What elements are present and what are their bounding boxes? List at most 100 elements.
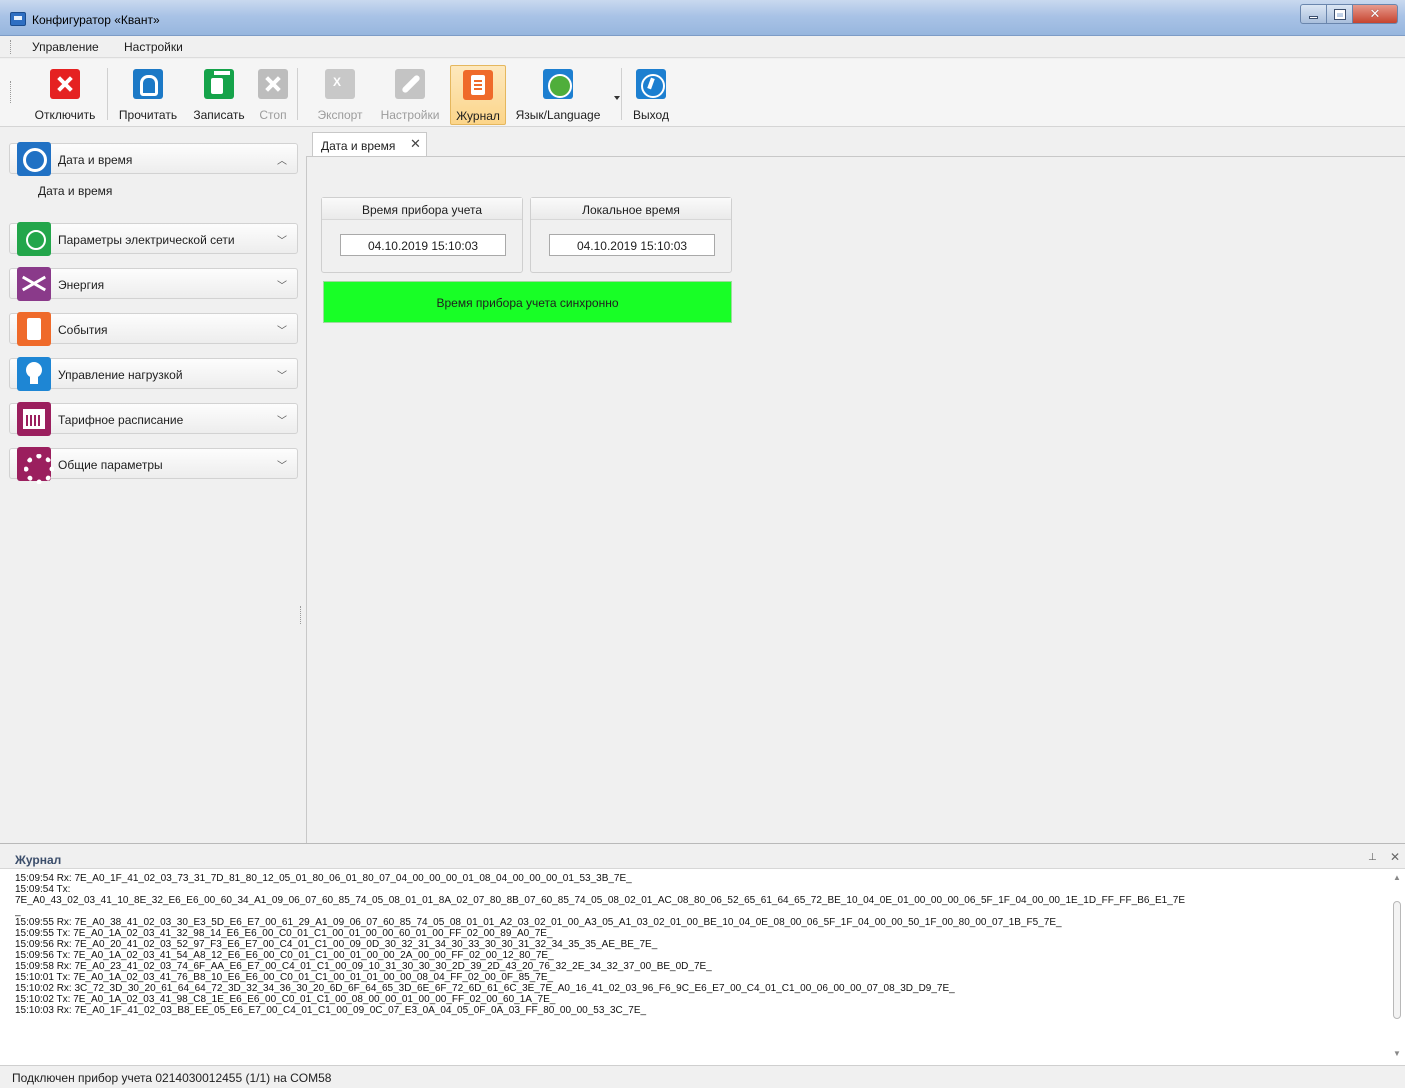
journal-line: 7E_A0_43_02_03_41_10_8E_32_E6_E6_00_60_3… xyxy=(15,895,1186,906)
menu-grip xyxy=(10,40,12,54)
scroll-thumb[interactable] xyxy=(1393,901,1401,1019)
journal-line: 15:09:55 Tx: 7E_A0_1A_02_03_41_32_98_14_… xyxy=(15,928,553,939)
toolbar-grip xyxy=(10,81,12,103)
journal-title: Журнал xyxy=(15,853,62,867)
close-tab-icon[interactable]: ✕ xyxy=(410,136,421,152)
events-icon xyxy=(17,312,51,346)
journal-line: 15:09:58 Rx: 7E_A0_23_41_02_03_74_6F_AA_… xyxy=(15,961,712,972)
pin-icon[interactable]: ⊥ xyxy=(1368,852,1377,863)
meter-time-field[interactable]: 04.10.2019 15:10:03 xyxy=(340,234,506,256)
journal-icon xyxy=(463,70,493,100)
disconnect-icon xyxy=(50,69,80,99)
nav-group-events[interactable]: События ﹀ xyxy=(9,312,298,346)
chevron-down-icon: ﹀ xyxy=(277,461,287,472)
read-button[interactable]: Прочитать xyxy=(112,65,184,125)
write-label: Записать xyxy=(193,108,245,122)
disconnect-label: Отключить xyxy=(34,108,96,122)
local-time-card: Локальное время 04.10.2019 15:10:03 xyxy=(530,197,732,273)
chevron-down-icon: ﹀ xyxy=(277,281,287,292)
disconnect-button[interactable]: Отключить xyxy=(26,65,104,125)
settings-label: Настройки xyxy=(380,108,440,122)
journal-line: 15:09:56 Tx: 7E_A0_1A_02_03_41_54_A8_12_… xyxy=(15,950,554,961)
exit-button[interactable]: Выход xyxy=(626,65,676,125)
splitter-handle[interactable] xyxy=(300,606,303,624)
nav-group-load-control[interactable]: Управление нагрузкой ﹀ xyxy=(9,357,298,391)
nav-group-label: Тарифное расписание xyxy=(58,413,184,427)
tab-label: Дата и время xyxy=(321,139,396,153)
minimize-button[interactable] xyxy=(1300,4,1327,24)
read-icon xyxy=(133,69,163,99)
tab-datetime[interactable]: Дата и время ✕ xyxy=(312,132,427,157)
journal-line: 15:09:55 Rx: 7E_A0_38_41_02_03_30_E3_5D_… xyxy=(15,917,1062,928)
nav-group-common[interactable]: Общие параметры ﹀ xyxy=(9,447,298,484)
nav-group-label: Общие параметры xyxy=(58,458,163,472)
write-icon xyxy=(204,69,234,99)
stop-label: Стоп xyxy=(259,108,287,122)
journal-line: 15:09:54 Tx: xyxy=(15,884,71,895)
local-time-field[interactable]: 04.10.2019 15:10:03 xyxy=(549,234,715,256)
maximize-icon xyxy=(1333,8,1346,20)
gear-icon xyxy=(17,447,54,484)
language-button[interactable]: Язык/Language xyxy=(508,65,608,125)
journal-line: 15:10:02 Rx: 3C_72_3D_30_20_61_64_64_72_… xyxy=(15,983,955,994)
globe-icon xyxy=(543,69,573,99)
toolbar-separator xyxy=(107,68,108,120)
status-bar: Подключен прибор учета 0214030012455 (1/… xyxy=(0,1065,1405,1088)
menu-bar: Управление Настройки xyxy=(0,36,1405,58)
excel-icon xyxy=(325,69,355,99)
chevron-down-icon: ﹀ xyxy=(277,326,287,337)
close-icon[interactable]: ✕ xyxy=(1390,850,1400,864)
chevron-down-icon: ﹀ xyxy=(277,236,287,247)
nav-group-label: Дата и время xyxy=(58,153,133,167)
nav-item-datetime[interactable]: Дата и время xyxy=(38,184,112,198)
journal-label: Журнал xyxy=(456,109,500,123)
journal-button[interactable]: Журнал xyxy=(450,65,506,125)
menu-control[interactable]: Управление xyxy=(32,40,99,54)
journal-log[interactable]: 15:09:54 Rx: 7E_A0_1F_41_02_03_73_31_7D_… xyxy=(15,873,1387,1063)
chevron-down-icon: ﹀ xyxy=(277,371,287,382)
window-title: Конфигуратор «Квант» xyxy=(32,13,160,27)
chevron-down-icon: ﹀ xyxy=(277,416,287,427)
navigation-panel: Дата и время ︿ Дата и время Параметры эл… xyxy=(0,128,303,843)
language-dropdown-arrow-icon[interactable] xyxy=(614,96,620,100)
stop-button[interactable]: Стоп xyxy=(254,65,292,125)
window-controls: ✕ xyxy=(1300,4,1398,24)
journal-line: 15:10:02 Tx: 7E_A0_1A_02_03_41_98_C8_1E_… xyxy=(15,994,556,1005)
chevron-up-icon: ︿ xyxy=(277,156,287,167)
export-label: Экспорт xyxy=(317,108,363,122)
maximize-button[interactable] xyxy=(1327,4,1353,24)
export-button[interactable]: Экспорт xyxy=(312,65,368,125)
journal-panel: Журнал ⊥ ✕ 15:09:54 Rx: 7E_A0_1F_41_02_0… xyxy=(0,843,1405,1065)
nav-group-energy[interactable]: Энергия ﹀ xyxy=(9,267,298,301)
menu-settings[interactable]: Настройки xyxy=(124,40,183,54)
network-icon xyxy=(17,222,51,256)
stop-icon xyxy=(258,69,288,99)
local-time-header: Локальное время xyxy=(531,198,731,220)
lightbulb-icon xyxy=(17,357,51,391)
calendar-icon xyxy=(17,402,51,436)
journal-line: 15:10:01 Tx: 7E_A0_1A_02_03_41_76_B8_10_… xyxy=(15,972,554,983)
wrench-icon xyxy=(395,69,425,99)
journal-line: 15:09:56 Rx: 7E_A0_20_41_02_03_52_97_F3_… xyxy=(15,939,658,950)
sync-status-bar: Время прибора учета синхронно xyxy=(323,281,732,323)
settings-button[interactable]: Настройки xyxy=(374,65,446,125)
write-button[interactable]: Записать xyxy=(188,65,250,125)
journal-line: 15:09:54 Rx: 7E_A0_1F_41_02_03_73_31_7D_… xyxy=(15,873,632,884)
toolbar: Отключить Прочитать Записать Стоп Экспор… xyxy=(0,59,1405,127)
nav-group-tariff[interactable]: Тарифное расписание ﹀ xyxy=(9,402,298,436)
close-window-button[interactable]: ✕ xyxy=(1353,4,1398,24)
toolbar-separator xyxy=(621,68,622,120)
app-icon xyxy=(10,12,26,26)
scroll-up-icon[interactable]: ▲ xyxy=(1393,873,1401,882)
title-bar: Конфигуратор «Квант» ✕ xyxy=(0,0,1405,36)
meter-time-header: Время прибора учета xyxy=(322,198,522,220)
nav-group-label: Энергия xyxy=(58,278,105,292)
meter-time-card: Время прибора учета 04.10.2019 15:10:03 xyxy=(321,197,523,273)
nav-group-datetime[interactable]: Дата и время ︿ xyxy=(9,142,298,176)
nav-group-label: События xyxy=(58,323,108,337)
nav-group-network[interactable]: Параметры электрической сети ﹀ xyxy=(9,222,298,256)
main-area: Дата и время ✕ Время прибора учета 04.10… xyxy=(306,128,1405,843)
journal-scrollbar[interactable]: ▲ ▼ xyxy=(1391,873,1403,1061)
language-label: Язык/Language xyxy=(515,108,601,122)
scroll-down-icon[interactable]: ▼ xyxy=(1393,1049,1401,1058)
